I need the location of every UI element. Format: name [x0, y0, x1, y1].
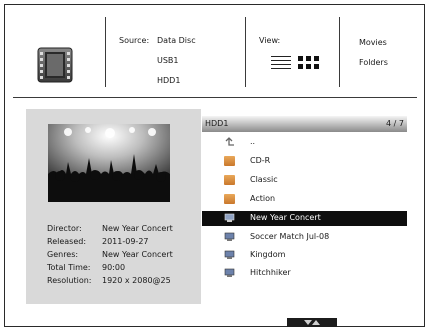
- list-item[interactable]: Classic: [202, 173, 407, 188]
- list-item[interactable]: Hitchhiker: [202, 266, 407, 281]
- list-item-label: Soccer Match Jul-08: [250, 232, 330, 241]
- list-view-icon[interactable]: [271, 56, 291, 70]
- resolution-value: 1920 x 2080@25: [102, 276, 171, 285]
- page-scroll-button[interactable]: [287, 318, 337, 327]
- source-label: Source:: [119, 36, 150, 45]
- mode-folders[interactable]: Folders: [359, 58, 388, 67]
- back-arrow-icon: [224, 137, 235, 147]
- list-item-label: CD-R: [250, 156, 271, 165]
- grid-view-icon[interactable]: [298, 56, 320, 70]
- list-item-label: Kingdom: [250, 250, 286, 259]
- movie-info-panel: Director: New Year Concert Released: 201…: [26, 109, 201, 304]
- genres-label: Genres:: [47, 250, 79, 259]
- list-item-label: Action: [250, 194, 276, 203]
- current-folder-title: HDD1: [205, 119, 229, 128]
- page-indicator: 4 / 7: [386, 119, 404, 128]
- genres-value: New Year Concert: [102, 250, 173, 259]
- director-label: Director:: [47, 224, 82, 233]
- list-item-label: Hitchhiker: [250, 268, 291, 277]
- released-label: Released:: [47, 237, 87, 246]
- header-separator: [339, 17, 340, 87]
- media-browser-window: Source: Data Disc USB1 HDD1 View: Movies…: [4, 4, 425, 327]
- mode-movies[interactable]: Movies: [359, 38, 387, 47]
- resolution-label: Resolution:: [47, 276, 92, 285]
- file-list-header: HDD1 4 / 7: [202, 116, 407, 132]
- total-time-value: 90:00: [102, 263, 126, 272]
- folder-icon: [224, 156, 235, 166]
- top-bar: Source: Data Disc USB1 HDD1 View: Movies…: [5, 5, 424, 96]
- total-time-label: Total Time:: [47, 263, 91, 272]
- video-file-icon: [224, 232, 235, 242]
- director-value: New Year Concert: [102, 224, 173, 233]
- header-divider: [13, 97, 417, 98]
- folder-icon: [224, 194, 235, 204]
- concert-poster-image: [48, 124, 170, 202]
- released-value: 2011-09-27: [102, 237, 149, 246]
- header-separator: [245, 17, 246, 87]
- folder-icon: [224, 175, 235, 185]
- arrow-down-icon: [304, 320, 312, 325]
- list-item[interactable]: CD-R: [202, 154, 407, 169]
- view-label: View:: [259, 36, 281, 45]
- video-file-icon: [224, 250, 235, 260]
- list-item[interactable]: Soccer Match Jul-08: [202, 230, 407, 245]
- video-file-icon: [224, 213, 235, 223]
- source-option-data-disc[interactable]: Data Disc: [157, 36, 196, 45]
- list-item-parent[interactable]: ..: [202, 135, 407, 150]
- list-item-selected[interactable]: New Year Concert: [202, 211, 407, 226]
- source-option-usb1[interactable]: USB1: [157, 56, 179, 65]
- header-separator: [105, 17, 106, 87]
- list-item[interactable]: Action: [202, 192, 407, 207]
- source-option-hdd1[interactable]: HDD1: [157, 76, 180, 85]
- list-item-label: New Year Concert: [250, 213, 321, 222]
- list-item[interactable]: Kingdom: [202, 248, 407, 263]
- list-item-label: ..: [250, 137, 256, 146]
- list-item-label: Classic: [250, 175, 278, 184]
- video-file-icon: [224, 268, 235, 278]
- movie-film-icon: [35, 45, 75, 85]
- arrow-up-icon: [312, 320, 320, 325]
